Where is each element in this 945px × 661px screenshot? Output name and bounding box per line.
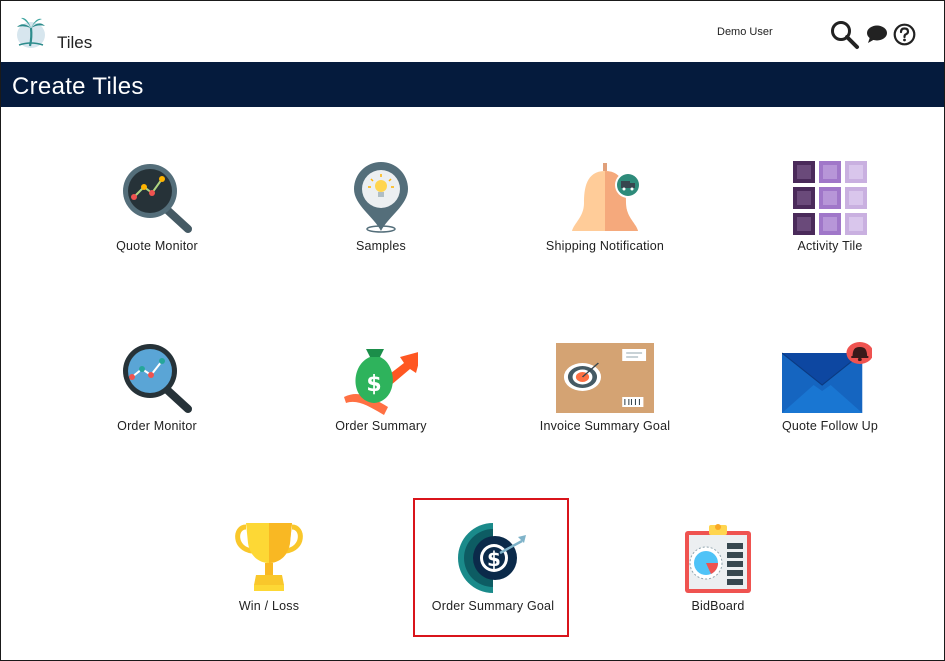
- tile-label: Activity Tile: [797, 239, 863, 253]
- tile-activity-tile[interactable]: Activity Tile: [750, 151, 910, 271]
- chat-icon[interactable]: [866, 24, 888, 44]
- tile-order-summary[interactable]: $ Order Summary: [301, 331, 461, 451]
- clipboard-chart-icon: [685, 524, 751, 593]
- top-bar: Tiles Demo User: [1, 1, 944, 62]
- invoice-target-icon: [556, 343, 654, 413]
- tile-win-loss[interactable]: Win / Loss: [189, 511, 349, 631]
- activity-grid-icon: [793, 161, 867, 235]
- tile-label: Samples: [355, 239, 407, 253]
- tile-samples[interactable]: Samples: [301, 151, 461, 271]
- tile-label: Order Summary: [335, 419, 427, 433]
- palm-tree-logo-icon[interactable]: [15, 15, 47, 49]
- user-name[interactable]: Demo User: [717, 26, 773, 38]
- page-banner: Create Tiles: [1, 62, 944, 107]
- shipping-bell-icon: [572, 163, 641, 231]
- svg-text:$: $: [366, 372, 381, 397]
- samples-pin-icon: [354, 162, 408, 233]
- tile-label: Quote Monitor: [116, 239, 198, 253]
- tile-label: Shipping Notification: [545, 239, 665, 253]
- order-monitor-icon: [123, 344, 192, 413]
- tile-label: Quote Follow Up: [781, 419, 879, 433]
- money-bag-icon: $: [344, 349, 418, 415]
- tile-quote-monitor[interactable]: Quote Monitor: [77, 151, 237, 271]
- tile-bidboard[interactable]: BidBoard: [638, 511, 798, 631]
- tile-shipping-notification[interactable]: Shipping Notification: [525, 151, 685, 271]
- search-icon[interactable]: [830, 20, 860, 50]
- selected-tile-highlight: [413, 498, 569, 637]
- tile-label: BidBoard: [691, 599, 745, 613]
- quote-monitor-icon: [123, 164, 192, 233]
- app-title: Tiles: [57, 33, 93, 52]
- app-window: Tiles Demo User Create Tiles Quote Monit…: [0, 0, 945, 661]
- envelope-alert-icon: [782, 342, 872, 413]
- tile-order-monitor[interactable]: Order Monitor: [77, 331, 237, 451]
- tile-quote-follow-up[interactable]: Quote Follow Up: [750, 331, 910, 451]
- trophy-icon: [235, 523, 303, 591]
- tile-label: Order Monitor: [117, 419, 197, 433]
- tile-label: Invoice Summary Goal: [539, 419, 671, 433]
- tile-label: Win / Loss: [238, 599, 300, 613]
- page-title: Create Tiles: [12, 73, 144, 100]
- help-icon[interactable]: [893, 23, 916, 46]
- tile-invoice-summary-goal[interactable]: Invoice Summary Goal: [525, 331, 685, 451]
